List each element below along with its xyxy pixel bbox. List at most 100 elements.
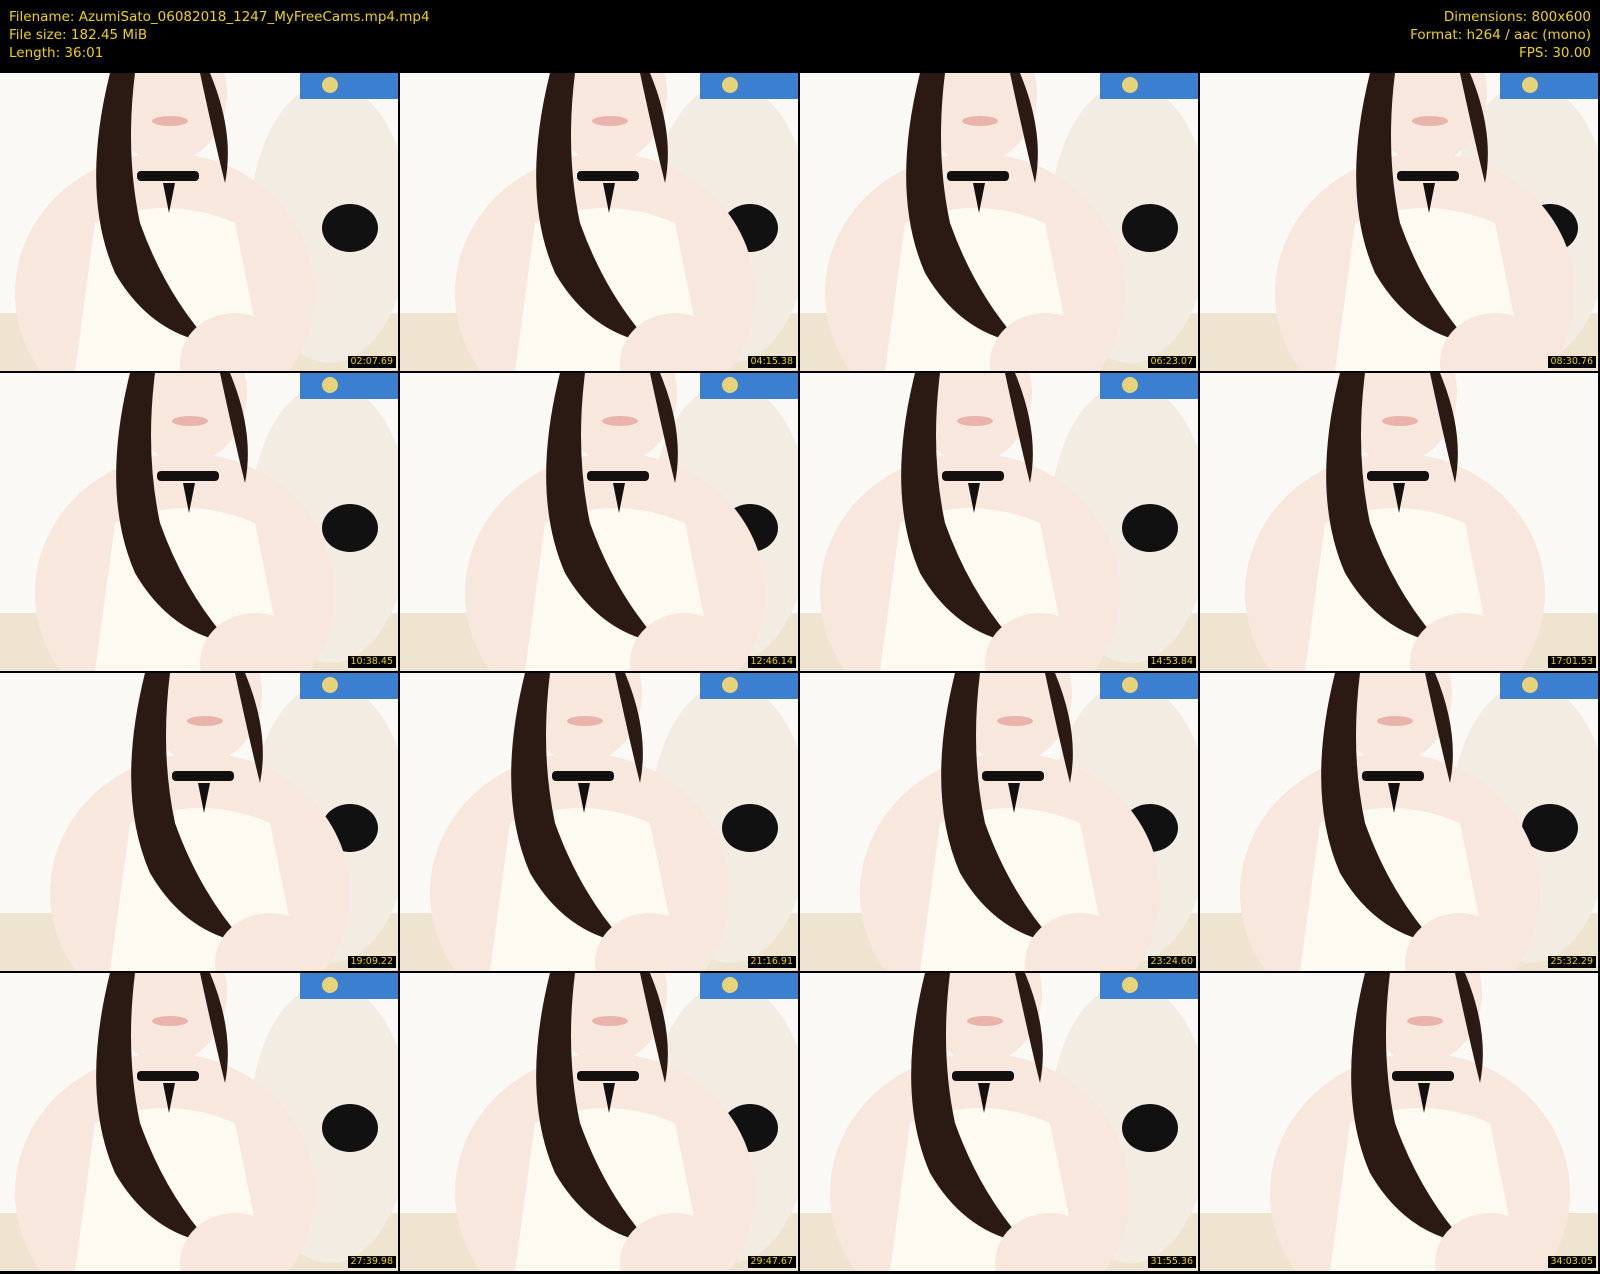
format-line: Format: h264 / aac (mono) <box>1410 27 1591 43</box>
video-thumbnail[interactable]: 08:30.76 <box>1200 73 1598 371</box>
lips <box>187 716 223 726</box>
contact-sheet-header: Filename: AzumiSato_06082018_1247_MyFree… <box>0 0 1600 73</box>
star-decoration <box>322 77 338 93</box>
frame-timestamp: 27:39.98 <box>347 1256 396 1268</box>
plush-bear-eye <box>1122 1104 1178 1152</box>
video-thumbnail[interactable]: 31:55.36 <box>800 973 1198 1271</box>
star-decoration <box>1522 77 1538 93</box>
video-thumbnail[interactable]: 12:46.14 <box>400 373 798 671</box>
lips <box>152 1016 188 1026</box>
video-thumbnail[interactable]: 04:15.38 <box>400 73 798 371</box>
blue-fabric <box>700 973 798 999</box>
video-thumbnail[interactable]: 27:39.98 <box>0 973 398 1271</box>
video-frame-thumbnail-icon <box>800 73 1198 371</box>
thumbnail-grid: 02:07.69 04:15.38 06:23.07 08:30.76 10:38.45… <box>0 73 1600 1274</box>
lips <box>602 416 638 426</box>
lips <box>592 116 628 126</box>
choker <box>1392 1071 1454 1081</box>
blue-fabric <box>1100 673 1198 699</box>
star-decoration <box>1522 677 1538 693</box>
star-decoration <box>1122 677 1138 693</box>
frame-timestamp: 21:16.91 <box>747 956 796 968</box>
video-frame-thumbnail-icon <box>0 973 398 1271</box>
frame-timestamp: 29:47.67 <box>747 1256 796 1268</box>
blue-fabric <box>300 73 398 99</box>
frame-timestamp: 19:09.22 <box>347 956 396 968</box>
video-thumbnail[interactable]: 21:16.91 <box>400 673 798 971</box>
choker <box>137 1071 199 1081</box>
choker <box>137 171 199 181</box>
video-thumbnail[interactable]: 17:01.53 <box>1200 373 1598 671</box>
plush-bear-eye <box>1122 504 1178 552</box>
frame-timestamp: 23:24.60 <box>1147 956 1196 968</box>
choker <box>942 471 1004 481</box>
length-line: Length: 36:01 <box>9 45 104 61</box>
blue-fabric <box>300 673 398 699</box>
plush-bear-eye <box>322 1104 378 1152</box>
video-thumbnail[interactable]: 02:07.69 <box>0 73 398 371</box>
frame-timestamp: 08:30.76 <box>1547 356 1596 368</box>
video-frame-thumbnail-icon <box>0 73 398 371</box>
blue-fabric <box>1500 73 1598 99</box>
lips <box>1412 116 1448 126</box>
blue-fabric <box>300 973 398 999</box>
video-frame-thumbnail-icon <box>400 673 798 971</box>
choker <box>552 771 614 781</box>
video-thumbnail[interactable]: 10:38.45 <box>0 373 398 671</box>
plush-bear-eye <box>322 204 378 252</box>
blue-fabric <box>700 673 798 699</box>
frame-timestamp: 02:07.69 <box>347 356 396 368</box>
video-thumbnail[interactable]: 25:32.29 <box>1200 673 1598 971</box>
plush-bear-eye <box>722 804 778 852</box>
choker <box>157 471 219 481</box>
star-decoration <box>322 977 338 993</box>
frame-timestamp: 31:55.36 <box>1147 1256 1196 1268</box>
frame-timestamp: 04:15.38 <box>747 356 796 368</box>
video-thumbnail[interactable]: 23:24.60 <box>800 673 1198 971</box>
frame-timestamp: 06:23.07 <box>1147 356 1196 368</box>
star-decoration <box>722 977 738 993</box>
filename-line: Filename: AzumiSato_06082018_1247_MyFree… <box>9 9 430 25</box>
frame-timestamp: 34:03.05 <box>1547 1256 1596 1268</box>
choker <box>577 171 639 181</box>
star-decoration <box>1122 377 1138 393</box>
video-frame-thumbnail-icon <box>400 373 798 671</box>
star-decoration <box>722 377 738 393</box>
video-frame-thumbnail-icon <box>400 973 798 1271</box>
video-frame-thumbnail-icon <box>800 373 1198 671</box>
video-thumbnail[interactable]: 14:53.84 <box>800 373 1198 671</box>
choker <box>947 171 1009 181</box>
choker <box>1397 171 1459 181</box>
star-decoration <box>1122 977 1138 993</box>
video-thumbnail[interactable]: 34:03.05 <box>1200 973 1598 1271</box>
star-decoration <box>722 677 738 693</box>
dimensions-line: Dimensions: 800x600 <box>1443 9 1591 25</box>
video-frame-thumbnail-icon <box>800 673 1198 971</box>
video-frame-thumbnail-icon <box>400 73 798 371</box>
frame-timestamp: 14:53.84 <box>1147 656 1196 668</box>
video-frame-thumbnail-icon <box>1200 673 1598 971</box>
video-frame-thumbnail-icon <box>0 373 398 671</box>
lips <box>1382 416 1418 426</box>
video-thumbnail[interactable]: 29:47.67 <box>400 973 798 1271</box>
blue-fabric <box>1100 973 1198 999</box>
lips <box>592 1016 628 1026</box>
video-frame-thumbnail-icon <box>1200 973 1598 1271</box>
lips <box>997 716 1033 726</box>
blue-fabric <box>700 73 798 99</box>
choker <box>1367 471 1429 481</box>
video-thumbnail[interactable]: 06:23.07 <box>800 73 1198 371</box>
frame-timestamp: 17:01.53 <box>1547 656 1596 668</box>
lips <box>957 416 993 426</box>
lips <box>962 116 998 126</box>
blue-fabric <box>1100 373 1198 399</box>
lips <box>1407 1016 1443 1026</box>
blue-fabric <box>1100 73 1198 99</box>
video-frame-thumbnail-icon <box>1200 373 1598 671</box>
video-frame-thumbnail-icon <box>0 673 398 971</box>
frame-timestamp: 12:46.14 <box>747 656 796 668</box>
frame-timestamp: 10:38.45 <box>347 656 396 668</box>
choker <box>982 771 1044 781</box>
blue-fabric <box>1500 673 1598 699</box>
video-thumbnail[interactable]: 19:09.22 <box>0 673 398 971</box>
